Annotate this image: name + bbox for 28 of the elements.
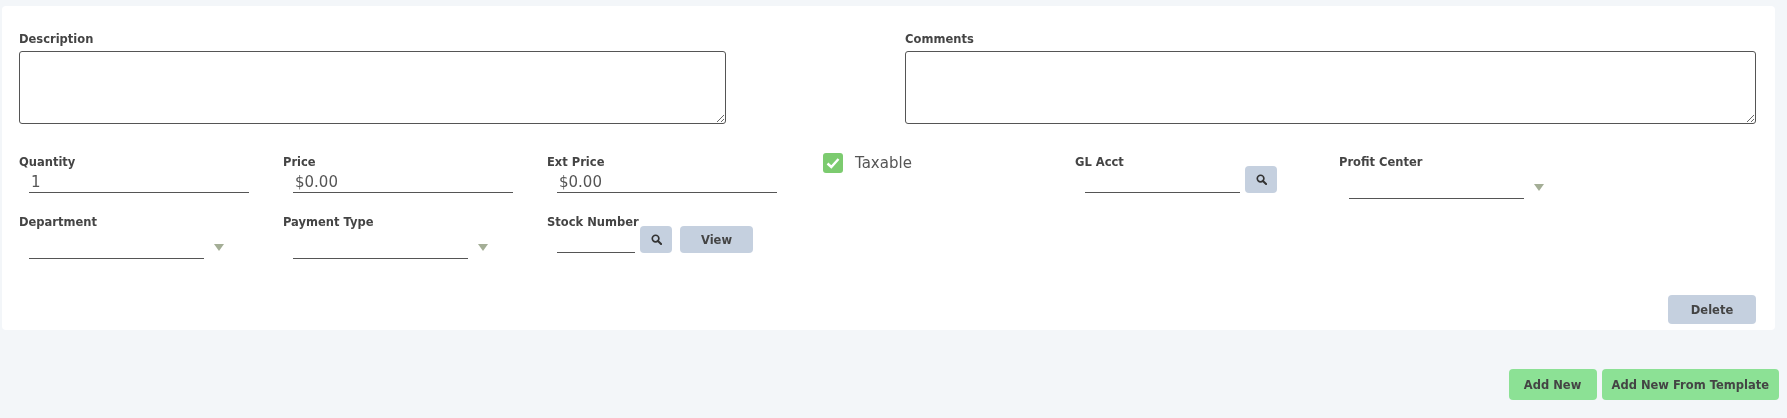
- checkbox[interactable]: [823, 153, 843, 173]
- dropdown-arrow-icon: [214, 243, 224, 251]
- input-field[interactable]: $0.00: [557, 171, 777, 193]
- textarea-field[interactable]: [905, 51, 1756, 124]
- field-label: Department: [19, 215, 98, 231]
- field-label: Payment Type: [283, 215, 375, 231]
- dropdown-arrow-icon: [478, 243, 488, 251]
- field-label: Description: [19, 32, 95, 48]
- search-button[interactable]: [640, 226, 672, 253]
- search-icon: [650, 234, 662, 245]
- dropdown-arrow-icon: [1534, 183, 1544, 191]
- field-label: GL Acct: [1075, 155, 1125, 171]
- delete-button[interactable]: Delete: [1668, 295, 1756, 324]
- add-button[interactable]: Add New: [1508, 369, 1597, 400]
- search-button[interactable]: [1245, 166, 1277, 193]
- field-label: Price: [283, 155, 317, 171]
- field-label: Comments: [905, 32, 975, 48]
- field-label: Profit Center: [1339, 155, 1424, 171]
- view-button[interactable]: View: [680, 226, 753, 253]
- field-label: Quantity: [19, 155, 77, 171]
- search-icon: [1255, 174, 1267, 185]
- textarea-field[interactable]: [19, 51, 727, 124]
- input-field[interactable]: 1: [29, 171, 249, 193]
- checkbox-label: Taxable: [855, 154, 912, 172]
- field-label: Ext Price: [547, 155, 606, 171]
- input-field[interactable]: $0.00: [293, 171, 513, 193]
- add-button[interactable]: Add New From Template: [1601, 369, 1779, 400]
- field-label: Stock Number: [547, 215, 640, 231]
